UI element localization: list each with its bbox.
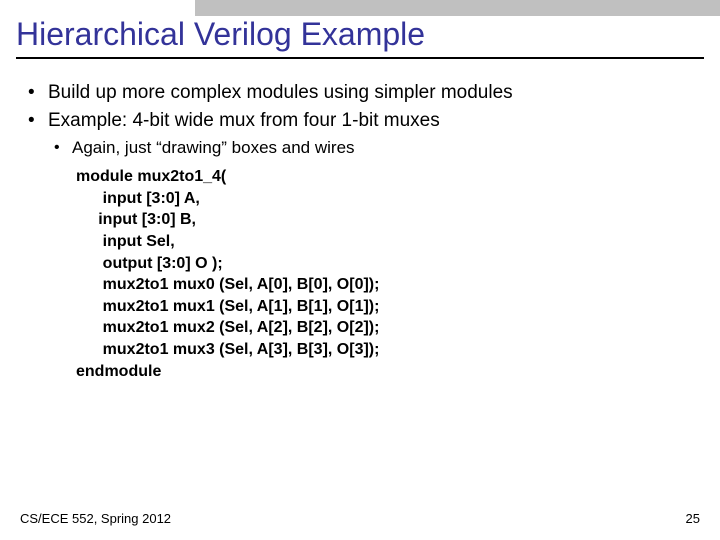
bullet-level2: Again, just “drawing” boxes and wires: [20, 137, 700, 160]
code-line: endmodule: [76, 361, 700, 383]
bullet-level1: Example: 4-bit wide mux from four 1-bit …: [20, 108, 700, 134]
code-line: mux2to1 mux1 (Sel, A[1], B[1], O[1]);: [76, 296, 700, 318]
bullet-level1: Build up more complex modules using simp…: [20, 80, 700, 106]
footer-page-number: 25: [686, 511, 700, 526]
code-line: mux2to1 mux3 (Sel, A[3], B[3], O[3]);: [76, 339, 700, 361]
code-line: input [3:0] A,: [76, 188, 700, 210]
code-line: mux2to1 mux0 (Sel, A[0], B[0], O[0]);: [76, 274, 700, 296]
code-line: mux2to1 mux2 (Sel, A[2], B[2], O[2]);: [76, 317, 700, 339]
code-line: input Sel,: [76, 231, 700, 253]
footer-course: CS/ECE 552, Spring 2012: [20, 511, 171, 526]
code-line: output [3:0] O );: [76, 253, 700, 275]
code-line: input [3:0] B,: [76, 209, 700, 231]
top-accent-bar: [195, 0, 720, 16]
code-block: module mux2to1_4( input [3:0] A, input […: [76, 166, 700, 382]
code-line: module mux2to1_4(: [76, 166, 700, 188]
page-title: Hierarchical Verilog Example: [16, 16, 704, 59]
content-area: Build up more complex modules using simp…: [20, 80, 700, 382]
